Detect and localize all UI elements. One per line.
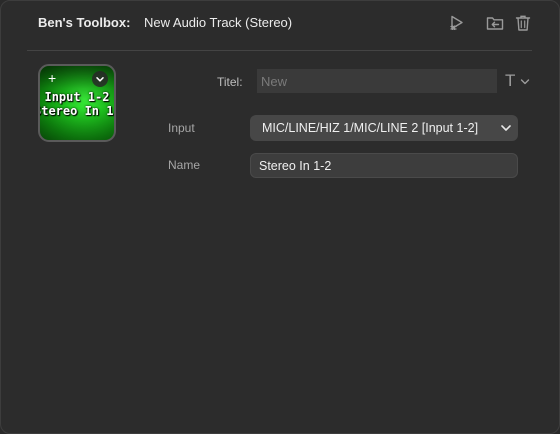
document-title: New Audio Track (Stereo) (144, 15, 293, 30)
trash-icon[interactable] (513, 13, 533, 33)
trash-icon-graphic (515, 15, 531, 31)
font-style-button[interactable]: T (504, 71, 532, 91)
chevron-down-icon (520, 79, 530, 85)
run-script-icon-graphic (450, 15, 463, 30)
folder-import-icon[interactable] (485, 13, 505, 33)
run-script-icon[interactable] (447, 13, 467, 33)
titel-input[interactable] (257, 69, 497, 93)
app-title: Ben's Toolbox: (38, 15, 131, 30)
thumbnail-line-1: Input 1-2 (44, 90, 110, 104)
name-label: Name (168, 158, 201, 172)
track-thumbnail[interactable]: + Input 1-2 Stereo In 1-2 (38, 64, 116, 142)
header-bar: Ben's Toolbox: New Audio Track (Stereo) (1, 1, 559, 47)
input-select[interactable]: MIC/LINE/HIZ 1/MIC/LINE 2 [Input 1-2] (250, 115, 518, 141)
thumbnail-line-2: Stereo In 1-2 (38, 104, 114, 118)
header-divider (27, 50, 532, 51)
chevron-down-icon[interactable] (92, 71, 108, 87)
chevron-down-icon (501, 125, 511, 131)
titel-label: Titel: (217, 75, 243, 89)
text-format-icon: T (505, 71, 516, 90)
name-input[interactable] (250, 153, 518, 178)
folder-import-icon-graphic (486, 17, 504, 30)
toolbox-window: Ben's Toolbox: New Audio Track (Stereo) (0, 0, 560, 434)
input-label: Input (168, 121, 195, 135)
chevron-down-icon-graphic (96, 77, 104, 82)
input-select-value: MIC/LINE/HIZ 1/MIC/LINE 2 [Input 1-2] (262, 121, 479, 135)
add-icon[interactable]: + (48, 71, 56, 85)
